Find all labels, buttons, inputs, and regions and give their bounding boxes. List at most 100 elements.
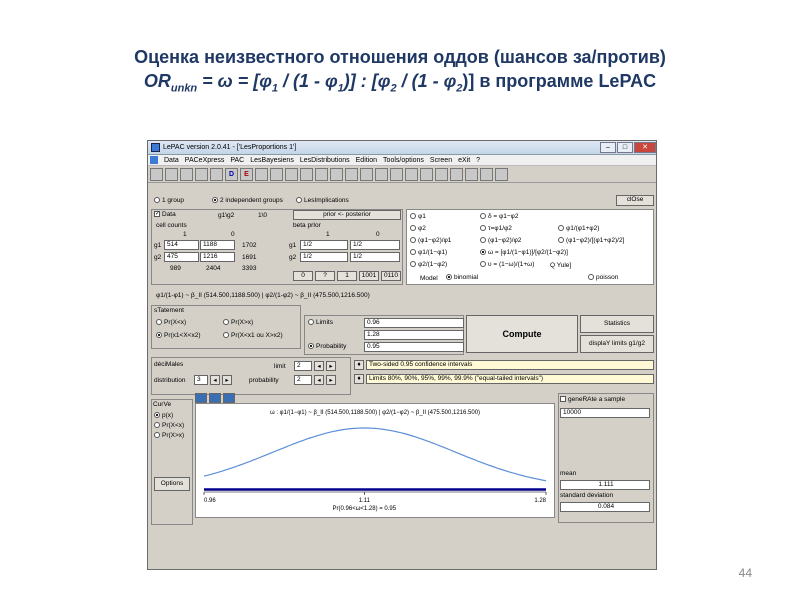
sample-size-select[interactable]: 10000 <box>560 408 650 418</box>
tool-button[interactable] <box>480 167 493 181</box>
param-phi2[interactable]: φ2 <box>410 225 426 232</box>
probability-input[interactable]: 0.95 <box>364 342 464 352</box>
tool-button[interactable] <box>465 167 478 181</box>
tool-button[interactable] <box>255 167 268 181</box>
prior-posterior-button[interactable]: prior <- posterior <box>293 210 401 220</box>
param-diff-mean[interactable]: (φ1−φ2)/[(φ1+φ2)/2] <box>558 237 624 244</box>
menu-lesbayesiens[interactable]: LesBayesiens <box>250 157 294 164</box>
beta-g1-0[interactable]: 1/2 <box>350 240 400 250</box>
statement-gt[interactable]: Pr(X>x) <box>223 319 253 326</box>
chart-copy-icon[interactable] <box>195 393 207 403</box>
close-button[interactable]: clOse <box>616 195 654 206</box>
beta-g1-1[interactable]: 1/2 <box>300 240 348 250</box>
distribution-decimals-input[interactable]: 3 <box>194 375 208 385</box>
beta-g2-1[interactable]: 1/2 <box>300 252 348 262</box>
distribution-down-button[interactable]: ◂ <box>210 375 220 385</box>
ci-type-select[interactable]: Two-sided 0.95 confidence intervals <box>366 360 654 370</box>
curve-pdf[interactable]: p(x) <box>154 412 173 419</box>
chart-grid-icon[interactable] <box>223 393 235 403</box>
g2-count-0[interactable]: 1216 <box>200 252 235 262</box>
limit-decimals-input[interactable]: 2 <box>294 361 312 371</box>
model-binomial[interactable]: binomial <box>446 274 478 281</box>
tool-button[interactable] <box>390 167 403 181</box>
options-button[interactable]: Options <box>154 477 190 491</box>
limits-select[interactable]: Limits 80%, 90%, 95%, 99%, 99.9% ("equal… <box>366 374 654 384</box>
menu-edition[interactable]: Edition <box>356 157 377 164</box>
tool-button[interactable] <box>330 167 343 181</box>
limit-1-input[interactable]: 0.96 <box>364 318 464 328</box>
sel1-toggle[interactable]: ♦ <box>354 360 364 370</box>
param-upsilon[interactable]: υ = (1−ω)/(1+ω) <box>480 261 534 268</box>
tool-button[interactable] <box>180 167 193 181</box>
chart-save-icon[interactable] <box>209 393 221 403</box>
prior-1001-button[interactable]: 1001 <box>359 271 379 281</box>
statement-between[interactable]: Pr(x1<X<x2) <box>156 332 201 339</box>
maximize-button[interactable]: □ <box>617 142 633 153</box>
menu-pac[interactable]: PAC <box>230 157 244 164</box>
tool-button[interactable] <box>285 167 298 181</box>
generate-checkbox[interactable]: geneRAte a sample <box>560 396 625 403</box>
model-poisson[interactable]: poisson <box>588 274 618 281</box>
probability-up-button[interactable]: ▸ <box>326 375 336 385</box>
tool-button[interactable] <box>195 167 208 181</box>
prior-1-button[interactable]: 1 <box>337 271 357 281</box>
limits-radio[interactable]: Limits <box>308 319 333 326</box>
minimize-button[interactable]: – <box>600 142 616 153</box>
tool-button[interactable] <box>150 167 163 181</box>
opt-lesimplications[interactable]: LesImplications <box>296 197 349 204</box>
tool-button[interactable] <box>435 167 448 181</box>
probability-down-button[interactable]: ◂ <box>314 375 324 385</box>
curve-cdf-lt[interactable]: Pr(X<x) <box>154 422 184 429</box>
param-omega[interactable]: ω = [φ1/(1−φ1)]/[φ2/(1−φ2)] <box>480 249 568 256</box>
param-diff-phi1[interactable]: (φ1−φ2)/φ1 <box>410 237 451 244</box>
opt-1-group[interactable]: 1 group <box>154 197 184 204</box>
tool-button[interactable] <box>345 167 358 181</box>
limit-2-input[interactable]: 1.28 <box>364 330 464 340</box>
menu-help[interactable]: ? <box>476 157 480 164</box>
prior-0110-button[interactable]: 0110 <box>381 271 401 281</box>
tool-button[interactable] <box>315 167 328 181</box>
tool-button[interactable] <box>495 167 508 181</box>
tool-button[interactable] <box>375 167 388 181</box>
g2-count-1[interactable]: 475 <box>164 252 199 262</box>
param-phi1-sum[interactable]: φ1/(φ1+φ2) <box>558 225 599 232</box>
curve-cdf-gt[interactable]: Pr(X>x) <box>154 432 184 439</box>
display-limits-button[interactable]: displaY limits g1/g2 <box>580 335 654 353</box>
statement-outside[interactable]: Pr(X<x1 ou X>x2) <box>223 332 283 339</box>
tool-button[interactable] <box>420 167 433 181</box>
distribution-up-button[interactable]: ▸ <box>222 375 232 385</box>
tool-button[interactable] <box>165 167 178 181</box>
compute-button[interactable]: Compute <box>466 315 578 353</box>
g1-count-1[interactable]: 514 <box>164 240 199 250</box>
sel2-toggle[interactable]: ♦ <box>354 374 364 384</box>
menu-exit[interactable]: eXit <box>458 157 470 164</box>
tool-button[interactable] <box>405 167 418 181</box>
menu-screen[interactable]: Screen <box>430 157 452 164</box>
statement-lt[interactable]: Pr(X<x) <box>156 319 186 326</box>
tool-button-e[interactable]: E <box>240 167 253 181</box>
tool-button-d[interactable]: D <box>225 167 238 181</box>
probability-radio[interactable]: Probability <box>308 343 346 350</box>
g1-count-0[interactable]: 1188 <box>200 240 235 250</box>
prior-0-button[interactable]: 0 <box>293 271 313 281</box>
tool-button[interactable] <box>270 167 283 181</box>
param-delta[interactable]: δ = φ1−φ2 <box>480 213 518 220</box>
tool-button[interactable] <box>450 167 463 181</box>
prior-help-button[interactable]: ? <box>315 271 335 281</box>
param-odds1[interactable]: φ1/(1−φ1) <box>410 249 447 256</box>
close-window-button[interactable]: ✕ <box>634 142 656 153</box>
menu-data[interactable]: Data <box>164 157 179 164</box>
limit-up-button[interactable]: ▸ <box>326 361 336 371</box>
menu-tools[interactable]: Tools/options <box>383 157 424 164</box>
menu-lesdistributions[interactable]: LesDistributions <box>300 157 350 164</box>
probability-decimals-input[interactable]: 2 <box>294 375 312 385</box>
param-tau[interactable]: τ=φ1/φ2 <box>480 225 512 232</box>
tool-button[interactable] <box>360 167 373 181</box>
menu-pacexpress[interactable]: PACeXpress <box>185 157 225 164</box>
limit-down-button[interactable]: ◂ <box>314 361 324 371</box>
param-odds2[interactable]: φ2/(1−φ2) <box>410 261 447 268</box>
statistics-button[interactable]: Statistics <box>580 315 654 333</box>
beta-g2-0[interactable]: 1/2 <box>350 252 400 262</box>
tool-button[interactable] <box>300 167 313 181</box>
tool-button[interactable] <box>210 167 223 181</box>
